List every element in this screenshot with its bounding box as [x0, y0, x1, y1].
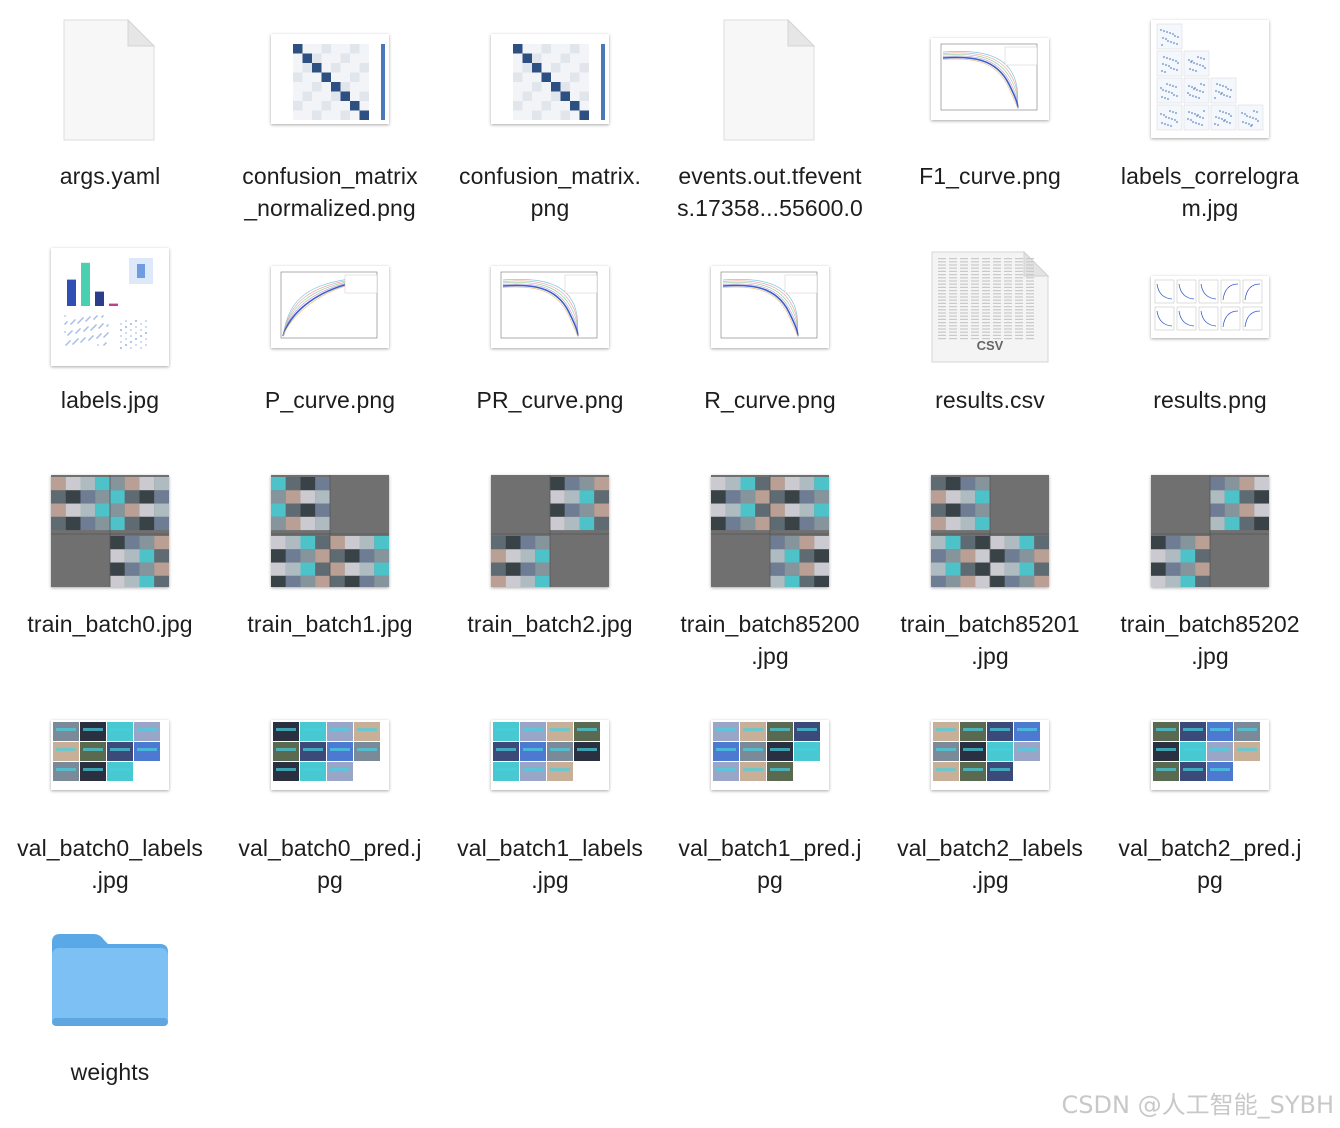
photo-mosaic-thumbnail: [220, 720, 440, 790]
file-name-label: train_batch2.jpg: [467, 611, 633, 637]
file-name-label: args.yaml: [59, 163, 161, 189]
photo-grid-thumbnail: [440, 475, 660, 587]
file-name-label: events.out.tfevent s.17358...55600.0: [677, 163, 863, 221]
csv-file-icon: CSV: [880, 250, 1100, 364]
photo-grid-thumbnail: [660, 475, 880, 587]
file-name-label: results.csv: [935, 387, 1045, 413]
file-name-label: confusion_matrix _normalized.png: [242, 163, 418, 221]
file-name-label: labels_correlogra m.jpg: [1120, 163, 1300, 221]
file-name-label: train_batch85201 .jpg: [900, 611, 1080, 669]
file-name-label: val_batch0_labels .jpg: [17, 835, 203, 893]
yaml-file-icon: [0, 18, 220, 142]
file-name-label: labels.jpg: [60, 387, 160, 413]
photo-mosaic-thumbnail: [660, 720, 880, 790]
file-name-label: R_curve.png: [704, 387, 836, 413]
file-name-label: results.png: [1153, 387, 1267, 413]
file-name-label: val_batch2_pred.j pg: [1118, 835, 1302, 893]
file-name-label: val_batch2_labels .jpg: [897, 835, 1083, 893]
labels-thumbnail: [0, 248, 220, 366]
file-name-label: weights: [70, 1059, 150, 1085]
csv-badge: CSV: [976, 338, 1004, 353]
correlogram-thumbnail: [1100, 20, 1320, 138]
results-plot-thumbnail: [1100, 276, 1320, 338]
photo-grid-thumbnail: [1100, 475, 1320, 587]
photo-mosaic-thumbnail: [440, 720, 660, 790]
file-name-label: train_batch85200 .jpg: [680, 611, 860, 669]
curve-plot-thumbnail: [220, 266, 440, 348]
file-name-label: F1_curve.png: [919, 163, 1061, 189]
curve-plot-thumbnail: [440, 266, 660, 348]
file-name-label: PR_curve.png: [476, 387, 624, 413]
curve-plot-thumbnail: [660, 266, 880, 348]
photo-mosaic-thumbnail: [0, 720, 220, 790]
watermark-text: CSDN @人工智能_SYBH: [1061, 1091, 1334, 1119]
file-name-label: val_batch1_labels .jpg: [457, 835, 643, 893]
generic-file-icon: [660, 18, 880, 142]
photo-grid-thumbnail: [880, 475, 1100, 587]
photo-mosaic-thumbnail: [1100, 720, 1320, 790]
photo-grid-thumbnail: [220, 475, 440, 587]
confusion-matrix-thumbnail: [220, 34, 440, 124]
file-name-label: train_batch1.jpg: [247, 611, 413, 637]
file-name-label: val_batch0_pred.j pg: [238, 835, 422, 893]
file-name-label: confusion_matrix. png: [459, 163, 641, 221]
photo-mosaic-thumbnail: [880, 720, 1100, 790]
file-name-label: train_batch0.jpg: [27, 611, 193, 637]
confusion-matrix-thumbnail: [440, 34, 660, 124]
file-name-label: train_batch85202 .jpg: [1120, 611, 1300, 669]
photo-grid-thumbnail: [0, 475, 220, 587]
folder-icon: [0, 928, 220, 1028]
curve-plot-thumbnail: [880, 38, 1100, 120]
file-name-label: val_batch1_pred.j pg: [678, 835, 862, 893]
file-name-label: P_curve.png: [264, 387, 396, 413]
